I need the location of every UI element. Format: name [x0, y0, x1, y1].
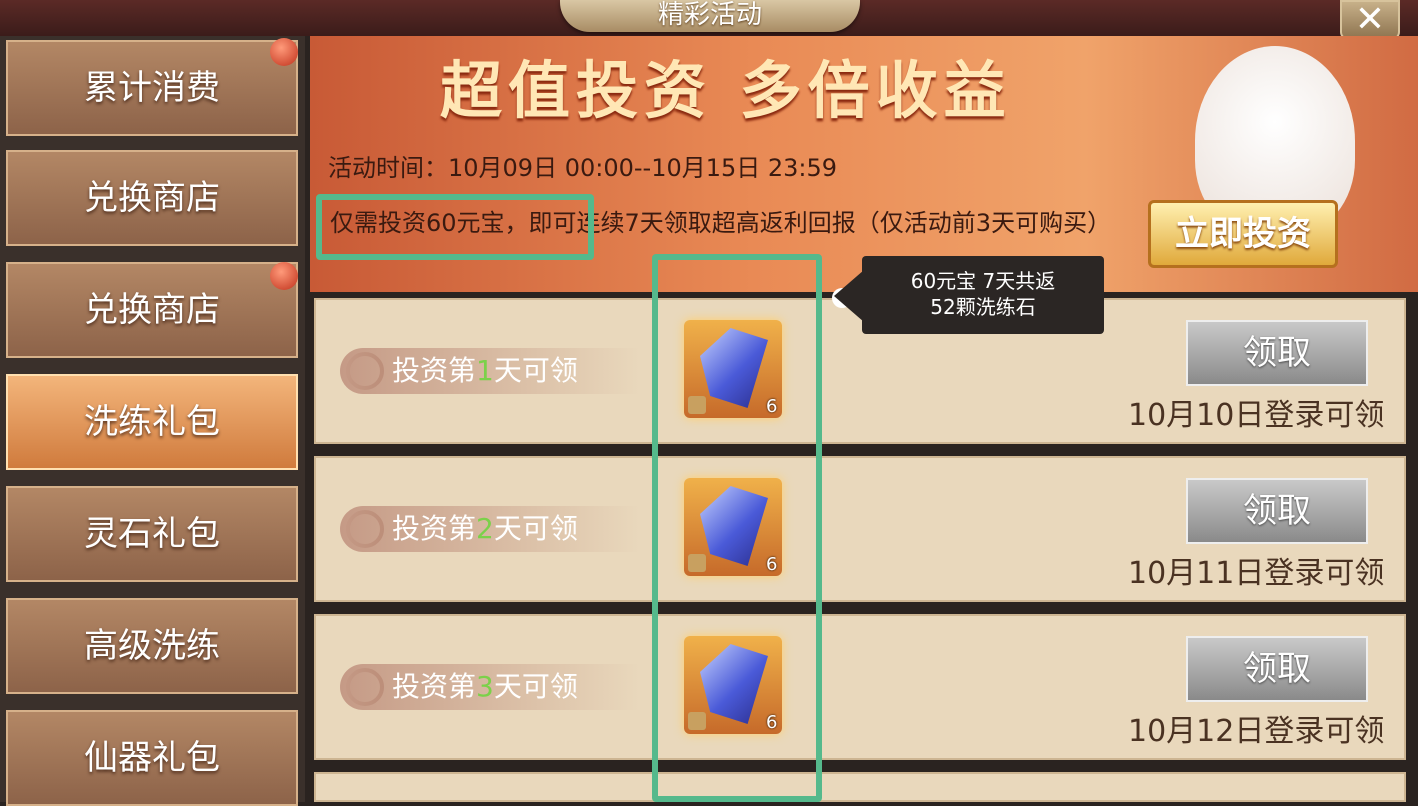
- reward-tooltip: 60元宝 7天共返 52颗洗练石: [862, 256, 1104, 334]
- tooltip-arrow: [834, 270, 864, 322]
- claim-date: 10月11日登录可领: [1128, 556, 1385, 591]
- highlight-box-price: [316, 194, 594, 260]
- claim-date: 10月12日登录可领: [1128, 714, 1385, 749]
- page-title: 精彩活动: [657, 0, 762, 30]
- banner-title: 超值投资 多倍收益: [440, 54, 1012, 127]
- claim-date: 10月10日登录可领: [1128, 398, 1385, 433]
- claim-button[interactable]: 领取: [1186, 320, 1368, 386]
- notification-dot: [270, 38, 298, 66]
- sidebar-item-spirit-stone-pack[interactable]: 灵石礼包: [6, 486, 298, 582]
- sidebar-item-refine-pack[interactable]: 洗练礼包: [6, 374, 298, 470]
- tooltip-line-2: 52颗洗练石: [930, 295, 1036, 319]
- sidebar-item-cumulative-spend[interactable]: 累计消费: [6, 40, 298, 136]
- sidebar-item-advanced-refine[interactable]: 高级洗练: [6, 598, 298, 694]
- reward-day-label: 投资第1天可领: [340, 348, 640, 394]
- reward-day-label: 投资第2天可领: [340, 506, 640, 552]
- activity-time: 活动时间：10月09日 00:00--10月15日 23:59: [328, 154, 838, 182]
- sidebar-item-exchange-shop[interactable]: 兑换商店: [6, 150, 298, 246]
- claim-button[interactable]: 领取: [1186, 636, 1368, 702]
- highlight-box-items: [652, 254, 822, 802]
- reward-day-label: 投资第3天可领: [340, 664, 640, 710]
- tooltip-line-1: 60元宝 7天共返: [910, 269, 1056, 293]
- invest-now-button[interactable]: 立即投资: [1148, 200, 1338, 268]
- claim-button[interactable]: 领取: [1186, 478, 1368, 544]
- reward-row: [314, 772, 1406, 802]
- sidebar-item-artifact-pack[interactable]: 仙器礼包: [6, 710, 298, 806]
- notification-dot: [270, 262, 298, 290]
- sidebar-item-exchange-shop-2[interactable]: 兑换商店: [6, 262, 298, 358]
- close-button[interactable]: ✕: [1340, 0, 1400, 40]
